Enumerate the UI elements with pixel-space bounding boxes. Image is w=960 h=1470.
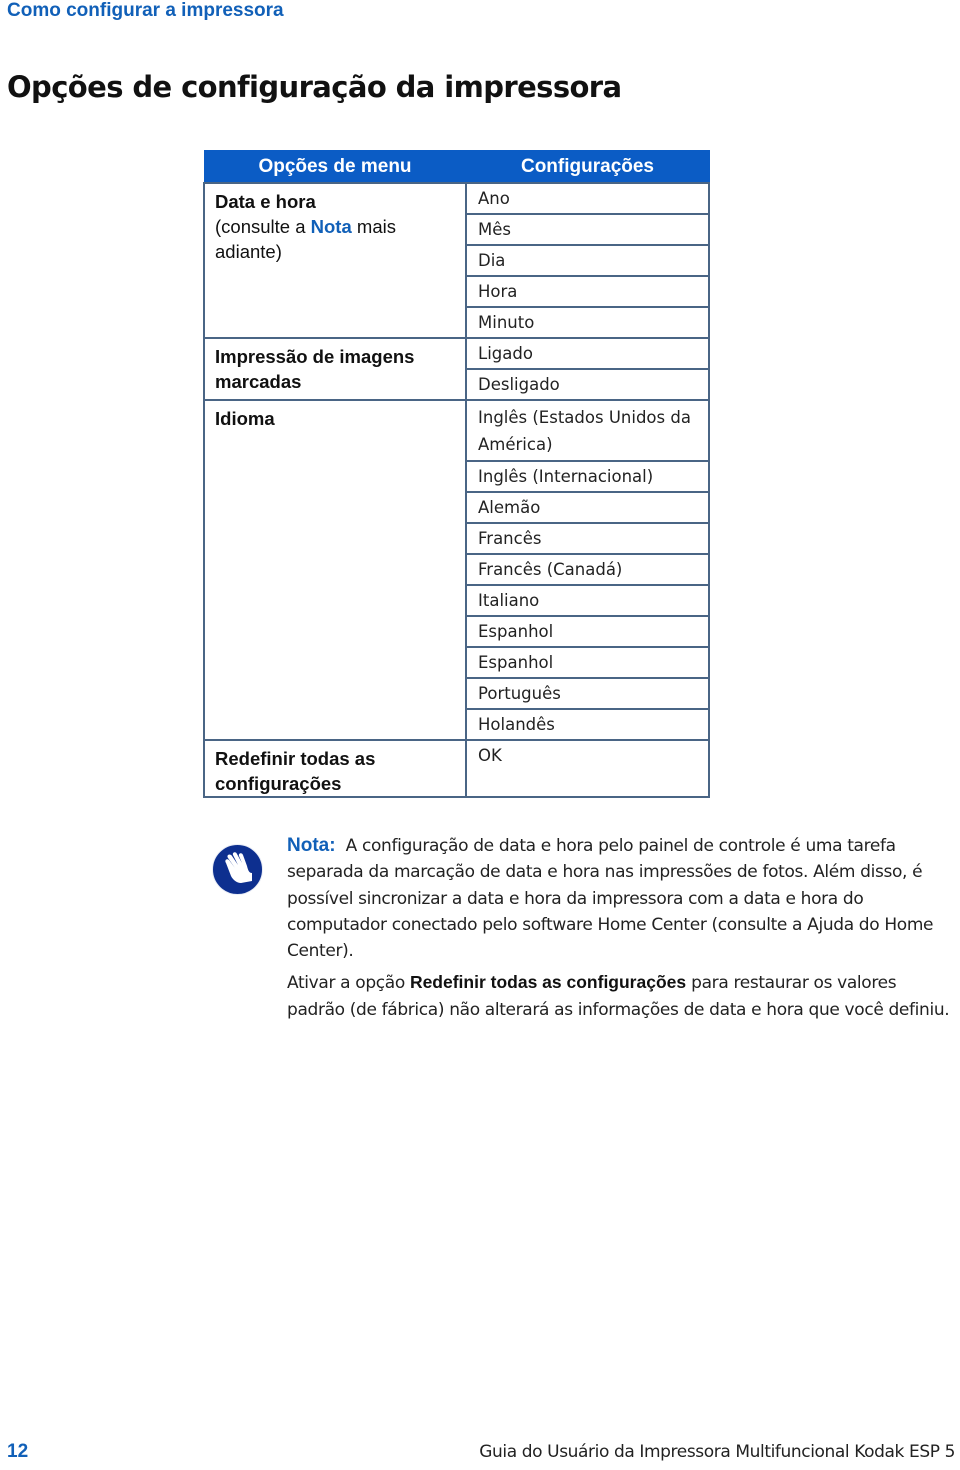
setting-value: Desligado <box>465 368 710 401</box>
settings-table: Opções de menu Configurações Data e hora… <box>203 150 710 798</box>
setting-value: OK <box>465 739 710 798</box>
menu-option-reset-all: Redefinir todas as configurações <box>203 739 467 798</box>
setting-value: Minuto <box>465 306 710 339</box>
table-row: Data e hora (consulte a Nota mais adiant… <box>203 182 710 339</box>
page-number: 12 <box>7 1441 29 1462</box>
note-paragraph-1: Nota: A configuração de data e hora pelo… <box>287 833 957 964</box>
column-header-menu-options: Opções de menu <box>203 150 467 184</box>
table-row: Idioma Inglês (Estados Unidos da América… <box>203 399 710 741</box>
setting-value: Espanhol <box>465 615 710 648</box>
setting-value: Francês <box>465 522 710 555</box>
menu-option-date-time: Data e hora (consulte a Nota mais adiant… <box>203 182 467 339</box>
note-text-bold: Redefinir todas as configurações <box>409 972 687 993</box>
setting-value: Dia <box>465 244 710 277</box>
note-ref-prefix: (consulte a <box>215 216 311 237</box>
menu-option-note: (consulte a Nota mais adiante) <box>215 214 455 264</box>
setting-value: Ligado <box>465 337 710 370</box>
setting-value: Ano <box>465 182 710 215</box>
table-header-row: Opções de menu Configurações <box>203 150 710 184</box>
column-header-settings: Configurações <box>465 150 710 184</box>
setting-value: Hora <box>465 275 710 308</box>
hand-stop-icon <box>211 843 264 896</box>
setting-value: Italiano <box>465 584 710 617</box>
note-text-prefix: Ativar a opção <box>287 973 410 994</box>
setting-value: Mês <box>465 213 710 246</box>
menu-option-label: Data e hora <box>215 191 316 212</box>
page-title: Opções de configuração da impressora <box>7 70 622 104</box>
note-paragraph-2: Ativar a opção Redefinir todas as config… <box>287 969 957 1023</box>
setting-value: Holandês <box>465 708 710 741</box>
table-row: Redefinir todas as configurações OK <box>203 739 710 798</box>
setting-value: Espanhol <box>465 646 710 679</box>
note-reference-link[interactable]: Nota <box>311 216 352 237</box>
footer-document-title: Guia do Usuário da Impressora Multifunci… <box>479 1442 955 1462</box>
running-head: Como configurar a impressora <box>7 0 284 21</box>
note-text: A configuração de data e hora pelo paine… <box>287 836 934 962</box>
table-row: Impressão de imagens marcadas Ligado <box>203 337 710 401</box>
note-label: Nota: <box>287 835 336 856</box>
setting-value: Português <box>465 677 710 710</box>
setting-value: Inglês (Internacional) <box>465 460 710 493</box>
menu-option-language: Idioma <box>203 399 467 741</box>
setting-value: Francês (Canadá) <box>465 553 710 586</box>
menu-option-tagged-images: Impressão de imagens marcadas <box>203 337 467 401</box>
setting-value: Inglês (Estados Unidos da América) <box>465 399 710 462</box>
note-block: Nota: A configuração de data e hora pelo… <box>287 833 957 1028</box>
setting-value: Alemão <box>465 491 710 524</box>
